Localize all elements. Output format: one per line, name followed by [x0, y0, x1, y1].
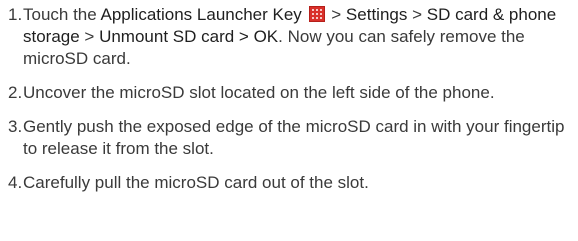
unmount-sd-card-ok-label: Unmount SD card > OK: [99, 27, 279, 46]
step-3: 3. Gently push the exposed edge of the m…: [8, 116, 574, 160]
settings-label: Settings: [345, 5, 408, 24]
step-text: Uncover the microSD slot located on the …: [23, 83, 495, 102]
instruction-steps: 1. Touch the Applications Launcher Key >…: [8, 4, 574, 206]
step-number: 3.: [8, 117, 23, 136]
step-number: 4.: [8, 173, 23, 192]
step-text: Carefully pull the microSD card out of t…: [23, 173, 369, 192]
step-2: 2. Uncover the microSD slot located on t…: [8, 82, 574, 104]
step-number: 1.: [8, 5, 23, 24]
applications-launcher-key-label: Applications Launcher Key: [100, 5, 302, 24]
step-number: 2.: [8, 83, 23, 102]
applications-launcher-icon: [308, 6, 325, 22]
step-1: 1. Touch the Applications Launcher Key >…: [8, 4, 574, 70]
step-text: Gently push the exposed edge of the micr…: [23, 117, 565, 158]
step-4: 4. Carefully pull the microSD card out o…: [8, 172, 574, 194]
step-text: Touch the Applications Launcher Key > Se…: [23, 5, 557, 68]
